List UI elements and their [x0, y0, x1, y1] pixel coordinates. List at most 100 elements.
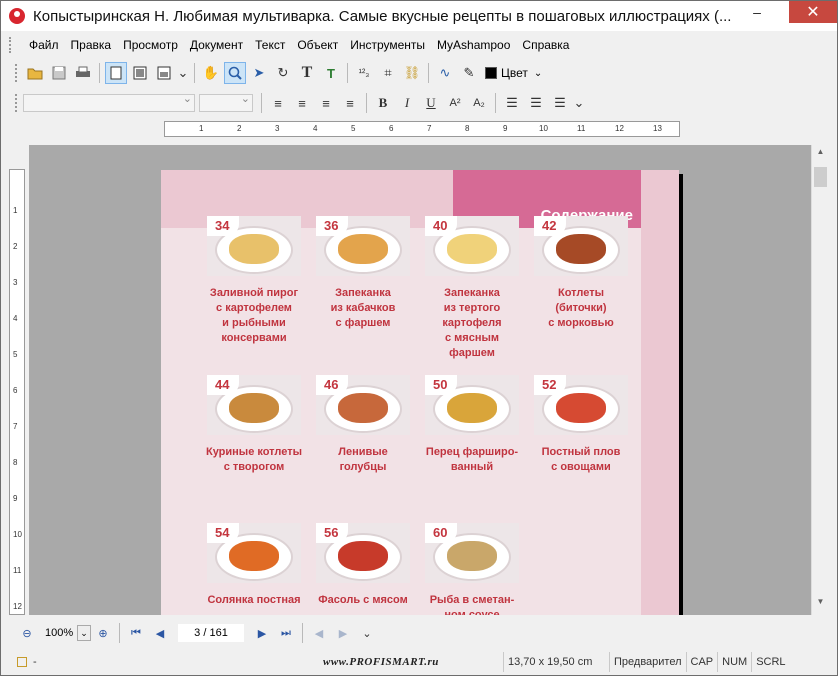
ruler-label: 5 — [13, 350, 18, 359]
align-right-icon[interactable]: ≡ — [315, 92, 337, 114]
app-window: Копыстыринская Н. Любимая мультиварка. С… — [0, 0, 838, 676]
chevron-down-icon: ⌄ — [533, 67, 543, 79]
toolbar-separator — [428, 63, 429, 83]
page-number-badge: 50 — [425, 375, 457, 395]
text-tool-icon[interactable]: T — [296, 62, 318, 84]
ruler-label: 2 — [237, 124, 242, 133]
vertical-ruler: 1 2 3 4 5 6 7 8 9 10 11 12 — [9, 169, 25, 615]
font-size-select[interactable] — [199, 92, 253, 112]
color-swatch — [485, 67, 497, 79]
recipe-photo: 34 — [207, 216, 301, 276]
crop-icon[interactable]: ⌗ — [377, 62, 399, 84]
ruler-label: 12 — [13, 602, 22, 611]
open-folder-icon[interactable] — [24, 62, 46, 84]
hand-tool-icon[interactable]: ✋ — [200, 62, 222, 84]
recipe-caption: Постный плов с овощами — [541, 446, 621, 473]
food-shape — [338, 541, 388, 571]
eyedropper-icon[interactable]: ✎ — [458, 62, 480, 84]
menu-myashampoo[interactable]: MyAshampoo — [431, 38, 516, 52]
menu-document[interactable]: Документ — [184, 38, 249, 52]
recipe-photo: 54 — [207, 523, 301, 583]
facing-page-icon[interactable] — [129, 62, 151, 84]
menu-object[interactable]: Объект — [291, 38, 344, 52]
align-left-icon[interactable]: ≡ — [267, 92, 289, 114]
recipe-photo: 46 — [316, 375, 410, 435]
toolbar-separator — [119, 623, 120, 643]
back-icon[interactable]: ◀ — [309, 623, 329, 643]
food-shape — [447, 393, 497, 423]
page-number-field[interactable]: 3 / 161 — [178, 624, 244, 642]
print-icon[interactable] — [72, 62, 94, 84]
ruler-label: 6 — [13, 386, 18, 395]
menu-edit[interactable]: Правка — [65, 38, 118, 52]
nav-options-dropdown[interactable]: ⌄ — [357, 623, 377, 643]
continuous-page-icon[interactable] — [153, 62, 175, 84]
menu-view[interactable]: Просмотр — [117, 38, 184, 52]
page-size: 13,70 x 19,50 cm — [503, 652, 609, 672]
color-label: Цвет — [501, 66, 528, 80]
zoom-value[interactable]: 100% — [39, 624, 77, 642]
line-spacing-icon[interactable]: ☰ — [501, 92, 523, 114]
menu-grip — [9, 37, 13, 53]
font-family-select[interactable] — [23, 92, 195, 112]
num-lock-indicator: NUM — [717, 652, 751, 672]
page-options-dropdown[interactable]: ⌄ — [177, 62, 189, 84]
page-right-strip — [641, 170, 679, 615]
window-title: Копыстыринская Н. Любимая мультиварка. С… — [33, 7, 732, 25]
last-page-icon[interactable]: ⏭ — [276, 623, 296, 643]
menu-help[interactable]: Справка — [516, 38, 575, 52]
zoom-in-icon[interactable]: ⊕ — [93, 623, 113, 643]
align-center-icon[interactable]: ≡ — [291, 92, 313, 114]
forward-icon[interactable]: ▶ — [333, 623, 353, 643]
color-picker-button[interactable]: Цвет ⌄ — [485, 66, 542, 80]
superscript-icon[interactable]: A² — [444, 92, 466, 114]
next-page-icon[interactable]: ▶ — [252, 623, 272, 643]
format-options-dropdown[interactable]: ⌄ — [573, 92, 585, 114]
add-text-icon[interactable]: T — [320, 62, 342, 84]
previous-page-icon[interactable]: ◀ — [150, 623, 170, 643]
paragraph-spacing-icon[interactable]: ☰ — [525, 92, 547, 114]
app-logo-icon — [9, 8, 25, 24]
page-number-badge: 36 — [316, 216, 348, 236]
recipe-caption: Куриные котлеты с творогом — [205, 446, 303, 473]
menu-file[interactable]: Файл — [23, 38, 65, 52]
food-shape — [447, 541, 497, 571]
format-toolbar: ≡ ≡ ≡ ≡ B I U A² A₂ ☰ ☰ ☰ ⌄ — [15, 90, 586, 116]
food-shape — [229, 234, 279, 264]
zoom-out-icon[interactable]: ⊖ — [17, 623, 37, 643]
numbering-icon[interactable]: ¹²₃ — [353, 62, 375, 84]
recipe-photo: 50 — [425, 375, 519, 435]
justify-icon[interactable]: ≡ — [339, 92, 361, 114]
food-shape — [229, 541, 279, 571]
link-icon[interactable]: ⛓ — [401, 62, 423, 84]
page-number-badge: 46 — [316, 375, 348, 395]
bold-icon[interactable]: B — [372, 92, 394, 114]
scroll-up-icon[interactable]: ▲ — [812, 147, 829, 163]
first-page-icon[interactable]: ⏮ — [126, 623, 146, 643]
rotate-icon[interactable]: ↻ — [272, 62, 294, 84]
page-number-badge: 40 — [425, 216, 457, 236]
curve-tool-icon[interactable]: ∿ — [434, 62, 456, 84]
scroll-thumb[interactable] — [814, 167, 827, 187]
document-canvas[interactable]: Содержание 34Заливной пирог с картофелем… — [29, 145, 811, 615]
recipe-caption: Запеканка из тертого картофеля с мясным … — [442, 287, 502, 359]
italic-icon[interactable]: I — [396, 92, 418, 114]
subscript-icon[interactable]: A₂ — [468, 92, 490, 114]
single-page-icon[interactable] — [105, 62, 127, 84]
menu-text[interactable]: Текст — [249, 38, 291, 52]
minimize-button[interactable]: – — [739, 1, 775, 23]
save-icon[interactable] — [48, 62, 70, 84]
zoom-dropdown[interactable]: ⌄ — [77, 625, 91, 641]
close-button[interactable]: ✕ — [789, 1, 837, 23]
scroll-down-icon[interactable]: ▼ — [812, 597, 829, 613]
select-arrow-icon[interactable]: ➤ — [248, 62, 270, 84]
underline-icon[interactable]: U — [420, 92, 442, 114]
main-toolbar: ⌄ ✋ ➤ ↻ T T ¹²₃ ⌗ ⛓ ∿ ✎ Цвет ⌄ — [15, 60, 542, 86]
ruler-label: 3 — [275, 124, 280, 133]
ruler-label: 13 — [653, 124, 662, 133]
vertical-scrollbar[interactable]: ▲ ▼ — [811, 145, 829, 615]
zoom-tool-icon[interactable] — [224, 62, 246, 84]
menu-tools[interactable]: Инструменты — [344, 38, 431, 52]
list-icon[interactable]: ☰ — [549, 92, 571, 114]
lock-icon — [17, 657, 27, 667]
